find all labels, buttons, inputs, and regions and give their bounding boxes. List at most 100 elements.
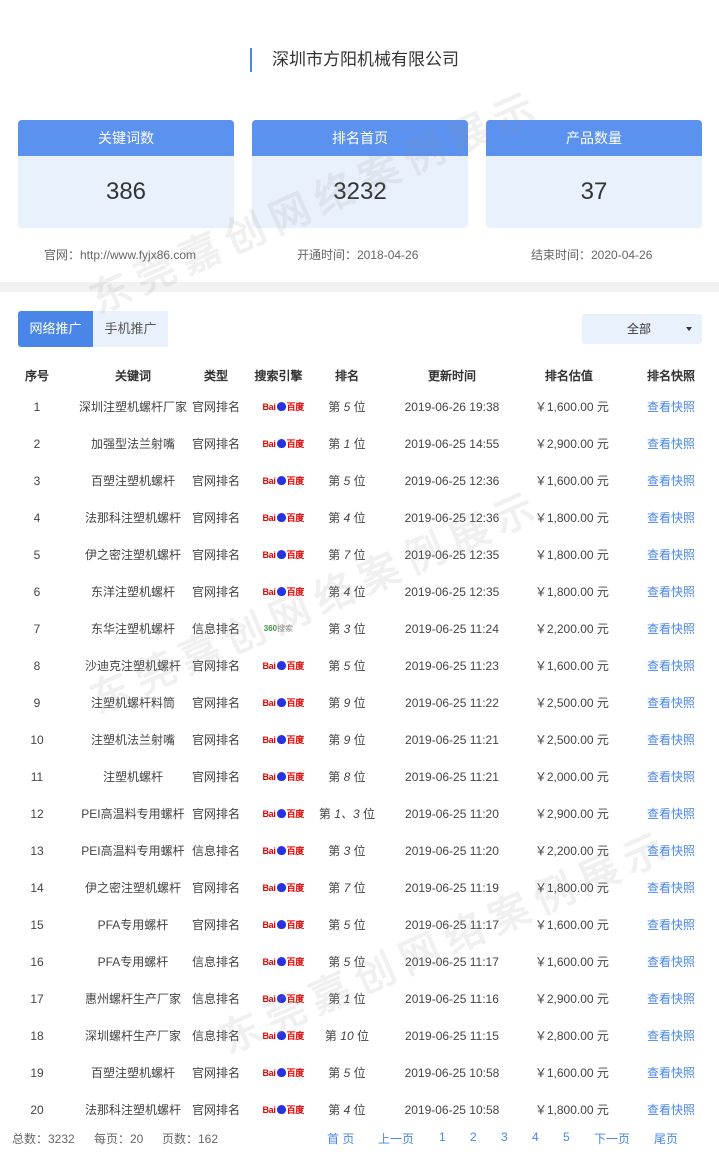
view-snapshot-link[interactable]: 查看快照 <box>647 918 695 932</box>
view-snapshot-link[interactable]: 查看快照 <box>647 844 695 858</box>
view-snapshot-link[interactable]: 查看快照 <box>647 696 695 710</box>
col-header-engine: 搜索引擎 <box>254 368 303 383</box>
row-update-time: 2019-06-25 12:36 <box>404 510 500 525</box>
row-type: 官网排名 <box>191 1066 240 1080</box>
row-type: 官网排名 <box>191 659 240 673</box>
baidu-logo-icon: Bai 百度 <box>262 402 304 413</box>
row-value: ￥1,600.00 元 <box>534 955 609 969</box>
row-engine: Bai 百度 <box>240 758 317 795</box>
page-link-1[interactable]: 1 <box>439 1130 446 1144</box>
view-snapshot-link[interactable]: 查看快照 <box>647 1029 695 1043</box>
promotion-tabs: 网络推广 手机推广 <box>18 311 168 347</box>
view-snapshot-link[interactable]: 查看快照 <box>647 474 695 488</box>
table-row: 13 PEI高温料专用螺杆 信息排名 Bai 百度 第 3 位 2019-06-25 11:… <box>0 832 719 869</box>
row-snapshot: 查看快照 <box>623 869 719 906</box>
view-snapshot-link[interactable]: 查看快照 <box>647 881 695 895</box>
col-header-snapshot: 排名快照 <box>646 368 695 383</box>
first-page-link[interactable]: 首 页 <box>327 1130 354 1147</box>
prev-page-link[interactable]: 上一页 <box>378 1130 414 1147</box>
row-value: ￥1,600.00 元 <box>534 659 609 673</box>
row-update-time: 2019-06-25 12:36 <box>404 473 500 488</box>
view-snapshot-link[interactable]: 查看快照 <box>647 622 695 636</box>
row-number: 8 <box>33 658 41 673</box>
row-engine: Bai 百度 <box>240 1091 317 1128</box>
summary-header: 深圳市方阳机械有限公司 关键词数 386 排名首页 3232 产品数量 37 官… <box>0 0 719 290</box>
col-header-time: 更新时间 <box>427 368 476 383</box>
table-row: 16 PFA专用螺杆 信息排名 Bai 百度 第 5 位 2019-06-25 11:17 ￥… <box>0 943 719 980</box>
view-snapshot-link[interactable]: 查看快照 <box>647 585 695 599</box>
baidu-logo-icon: Bai 百度 <box>262 809 304 820</box>
tab-web-promotion[interactable]: 网络推广 <box>18 311 93 347</box>
row-value: ￥2,900.00 元 <box>534 437 609 451</box>
row-rank: 第 5 位 <box>328 918 366 932</box>
view-snapshot-link[interactable]: 查看快照 <box>647 511 695 525</box>
row-rank: 第 4 位 <box>328 585 366 599</box>
view-snapshot-link[interactable]: 查看快照 <box>647 548 695 562</box>
view-snapshot-link[interactable]: 查看快照 <box>647 1066 695 1080</box>
stat-label: 关键词数 <box>18 120 234 156</box>
row-keyword: 东华注塑机螺杆 <box>90 622 175 636</box>
row-number: 13 <box>30 843 44 858</box>
row-engine: Bai 百度 <box>240 425 317 462</box>
last-page-link[interactable]: 尾页 <box>654 1130 678 1147</box>
row-engine: Bai 百度 <box>240 684 317 721</box>
view-snapshot-link[interactable]: 查看快照 <box>647 400 695 414</box>
stat-value: 3232 <box>333 178 387 205</box>
view-snapshot-link[interactable]: 查看快照 <box>647 659 695 673</box>
baidu-logo-icon: Bai 百度 <box>262 476 304 487</box>
page-link-3[interactable]: 3 <box>501 1130 508 1144</box>
row-value: ￥1,600.00 元 <box>534 918 609 932</box>
row-rank: 第 1 位 <box>328 437 366 451</box>
row-engine: Bai 百度 <box>240 462 317 499</box>
page-link-2[interactable]: 2 <box>470 1130 477 1144</box>
row-value: ￥1,800.00 元 <box>534 881 609 895</box>
row-update-time: 2019-06-25 11:17 <box>405 954 499 969</box>
row-engine: Bai 百度 <box>240 980 317 1017</box>
row-rank: 第 9 位 <box>328 696 366 710</box>
row-type: 官网排名 <box>191 807 240 821</box>
view-snapshot-link[interactable]: 查看快照 <box>647 733 695 747</box>
view-snapshot-link[interactable]: 查看快照 <box>647 770 695 784</box>
table-row: 10 注塑机法兰射嘴 官网排名 Bai 百度 第 9 位 2019-06-25 11:21 ￥… <box>0 721 719 758</box>
baidu-logo-icon: Bai 百度 <box>262 661 304 672</box>
row-engine: Bai 百度 <box>240 795 317 832</box>
page-count: 页数：162 <box>162 1132 219 1146</box>
row-engine: Bai 百度 <box>240 647 317 684</box>
view-snapshot-link[interactable]: 查看快照 <box>647 992 695 1006</box>
col-header-rank: 排名 <box>334 368 359 383</box>
row-update-time: 2019-06-25 11:20 <box>405 843 499 858</box>
page-link-4[interactable]: 4 <box>532 1130 539 1144</box>
table-row: 19 百塑注塑机螺杆 官网排名 Bai 百度 第 5 位 2019-06-25 10:58 ￥… <box>0 1054 719 1091</box>
row-number: 19 <box>30 1065 44 1080</box>
row-engine: 360搜索 <box>240 610 317 647</box>
row-type: 官网排名 <box>191 548 240 562</box>
row-update-time: 2019-06-25 11:24 <box>405 621 499 636</box>
row-engine: Bai 百度 <box>240 388 317 425</box>
view-snapshot-link[interactable]: 查看快照 <box>647 1103 695 1117</box>
row-snapshot: 查看快照 <box>623 721 719 758</box>
row-update-time: 2019-06-25 11:21 <box>405 732 499 747</box>
type-filter-select[interactable]: 全部 <box>582 314 702 344</box>
row-type: 官网排名 <box>191 696 240 710</box>
row-keyword: 百塑注塑机螺杆 <box>90 1066 175 1080</box>
next-page-link[interactable]: 下一页 <box>594 1130 630 1147</box>
baidu-logo-icon: Bai 百度 <box>262 1105 304 1116</box>
table-row: 6 东洋注塑机螺杆 官网排名 Bai 百度 第 4 位 2019-06-25 12:35 ￥1… <box>0 573 719 610</box>
baidu-logo-icon: Bai 百度 <box>262 513 304 524</box>
row-rank: 第 5 位 <box>328 955 366 969</box>
view-snapshot-link[interactable]: 查看快照 <box>647 955 695 969</box>
view-snapshot-link[interactable]: 查看快照 <box>647 807 695 821</box>
row-keyword: 法那科注塑机螺杆 <box>84 511 181 525</box>
row-keyword: 百塑注塑机螺杆 <box>90 474 175 488</box>
row-engine: Bai 百度 <box>240 536 317 573</box>
row-type: 信息排名 <box>191 992 240 1006</box>
row-engine: Bai 百度 <box>240 721 317 758</box>
view-snapshot-link[interactable]: 查看快照 <box>647 437 695 451</box>
row-update-time: 2019-06-25 14:55 <box>404 436 500 451</box>
page-link-5[interactable]: 5 <box>563 1130 570 1144</box>
row-engine: Bai 百度 <box>240 1054 317 1091</box>
row-number: 14 <box>30 880 44 895</box>
row-rank: 第 3 位 <box>328 844 366 858</box>
row-value: ￥1,600.00 元 <box>534 1066 609 1080</box>
tab-mobile-promotion[interactable]: 手机推广 <box>93 311 168 347</box>
